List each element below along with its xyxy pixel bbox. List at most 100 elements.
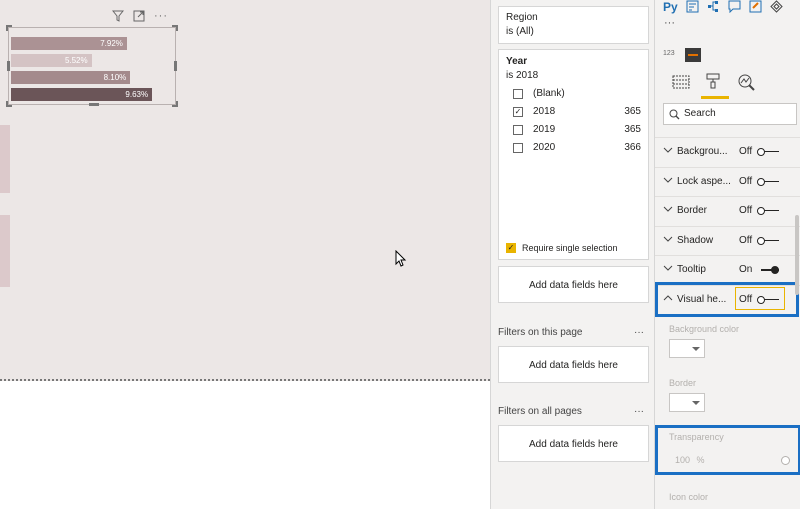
year-option[interactable]: 2019 365 <box>513 123 641 137</box>
add-data-fields-page[interactable]: Add data fields here <box>498 346 649 383</box>
resize-handle-tr[interactable] <box>172 25 178 31</box>
report-page[interactable]: ··· 7.92% 5.52% 8.10% 9.63% <box>0 0 490 381</box>
format-section-state: Off <box>739 146 753 157</box>
year-option-label: 2020 <box>533 142 556 153</box>
filters-on-all-pages-title: Filters on all pages <box>498 406 582 417</box>
format-section-row[interactable]: Lock aspe... Off <box>655 166 800 196</box>
region-filter-value: is (All) <box>506 26 534 37</box>
chevron-down-icon[interactable] <box>663 146 673 157</box>
year-filter-title: Year <box>506 56 528 67</box>
year-option-count: 366 <box>624 142 641 153</box>
paginated-report-icon[interactable] <box>769 0 783 16</box>
year-filter-value: is 2018 <box>506 70 539 81</box>
format-section-name: Border <box>677 205 708 216</box>
format-section-name: Tooltip <box>677 264 706 275</box>
toggle-switch[interactable] <box>757 177 779 186</box>
more-options-icon[interactable]: ··· <box>154 10 168 24</box>
selected-visual-type-badge[interactable]: 123 <box>663 50 675 57</box>
python-visual-icon[interactable]: Py <box>663 0 678 16</box>
filters-pane: Region is (All) Year is 2018 (Blank) ✓ 201… <box>490 0 654 509</box>
transparency-value[interactable]: 100 % <box>675 455 705 465</box>
add-data-fields-all[interactable]: Add data fields here <box>498 425 649 462</box>
toggle-switch[interactable] <box>757 266 779 274</box>
format-section-row[interactable]: Shadow Off <box>655 225 800 255</box>
year-option-label: 2019 <box>533 124 556 135</box>
all-filters-more-icon[interactable]: ··· <box>634 406 644 417</box>
fields-tab-icon[interactable] <box>672 74 690 93</box>
page-filters-more-icon[interactable]: ··· <box>634 327 644 338</box>
transparency-slider-knob[interactable] <box>781 456 790 465</box>
format-section-state: Off <box>739 234 753 246</box>
format-section-name: Backgrou... <box>677 146 728 157</box>
resize-handle-left[interactable] <box>7 61 10 71</box>
custom-visual-icon[interactable] <box>685 48 701 62</box>
checkbox-icon[interactable] <box>513 125 523 135</box>
checkbox-checked-icon[interactable]: ✓ <box>513 107 523 117</box>
year-filter-card[interactable]: Year is 2018 (Blank) ✓ 2018 365 2019 365 2020 3… <box>498 49 649 260</box>
year-option[interactable]: ✓ 2018 365 <box>513 105 641 119</box>
bar-3[interactable]: 9.63% <box>11 88 153 101</box>
year-option-count: 365 <box>624 124 641 135</box>
filter-icon[interactable] <box>111 10 125 24</box>
region-filter-title: Region <box>506 12 538 23</box>
search-placeholder: Search <box>684 108 716 119</box>
resize-handle-bottom[interactable] <box>89 103 99 106</box>
add-data-fields-visual[interactable]: Add data fields here <box>498 266 649 303</box>
format-section-row[interactable]: Border Off <box>655 196 800 225</box>
format-section-row[interactable]: Tooltip On <box>655 255 800 284</box>
focus-mode-icon[interactable] <box>133 10 145 24</box>
bar-chart-visual[interactable]: 7.92% 5.52% 8.10% 9.63% <box>6 25 178 107</box>
format-tab-underline <box>701 96 729 99</box>
toggle-switch[interactable] <box>757 236 779 245</box>
format-section-row[interactable]: Backgrou... Off <box>655 137 800 166</box>
require-single-label: Require single selection <box>522 243 618 253</box>
analytics-tab-icon[interactable] <box>737 73 755 94</box>
chevron-down-icon[interactable] <box>663 235 673 246</box>
resize-handle-br[interactable] <box>172 101 178 107</box>
visual-header-icons: ··· <box>111 10 168 24</box>
bar-2[interactable]: 8.10% <box>11 71 131 84</box>
partial-visual-left-top[interactable] <box>0 125 10 193</box>
report-canvas: ··· 7.92% 5.52% 8.10% 9.63% <box>0 0 490 509</box>
region-filter-card[interactable]: Region is (All) <box>498 6 649 44</box>
transparency-number: 100 <box>675 455 691 465</box>
checkbox-icon[interactable] <box>513 89 523 99</box>
partial-visual-left-bottom[interactable] <box>0 215 10 287</box>
chevron-down-icon[interactable] <box>663 176 673 187</box>
checkmark-icon: ✓ <box>506 243 516 253</box>
format-search-input[interactable]: Search <box>663 103 797 125</box>
require-single-checkbox[interactable]: ✓ Require single selection <box>506 242 646 256</box>
resize-handle-tl[interactable] <box>6 25 12 31</box>
resize-handle-right[interactable] <box>174 61 177 71</box>
transparency-label: Transparency <box>669 432 724 442</box>
filters-on-this-page-title: Filters on this page <box>498 327 583 338</box>
checkbox-icon[interactable] <box>513 143 523 153</box>
year-option-label: 2018 <box>533 106 556 117</box>
visualizations-pane: Py ··· 123 Search Backgrou... Off Lock a… <box>654 0 800 509</box>
bar-1[interactable]: 5.52% <box>11 54 92 67</box>
year-option[interactable]: 2020 366 <box>513 141 641 155</box>
qa-visual-icon[interactable] <box>728 0 741 16</box>
search-icon <box>669 108 680 128</box>
more-visuals-icon[interactable]: ··· <box>664 17 675 29</box>
year-option-count: 365 <box>624 106 641 117</box>
resize-handle-bl[interactable] <box>6 101 12 107</box>
bar-0[interactable]: 7.92% <box>11 37 127 50</box>
format-pane-scrollbar[interactable] <box>795 215 799 295</box>
background-color-label: Background color <box>669 324 740 334</box>
decomposition-tree-icon[interactable] <box>707 0 720 16</box>
key-influencers-icon[interactable] <box>686 0 699 16</box>
background-color-picker[interactable] <box>669 339 705 358</box>
smart-narrative-icon[interactable] <box>749 0 762 16</box>
visual-type-icons: Py <box>663 0 783 16</box>
toggle-switch[interactable] <box>757 207 779 215</box>
year-option[interactable]: (Blank) <box>513 87 641 101</box>
format-section-name: Shadow <box>677 234 714 246</box>
toggle-switch[interactable] <box>757 148 779 156</box>
format-section-state: Off <box>739 175 753 187</box>
chevron-down-icon[interactable] <box>663 205 673 216</box>
chevron-down-icon[interactable] <box>663 264 673 275</box>
format-tab-icon[interactable] <box>704 72 722 93</box>
border-color-picker[interactable] <box>669 393 705 412</box>
transparency-unit: % <box>696 455 705 465</box>
